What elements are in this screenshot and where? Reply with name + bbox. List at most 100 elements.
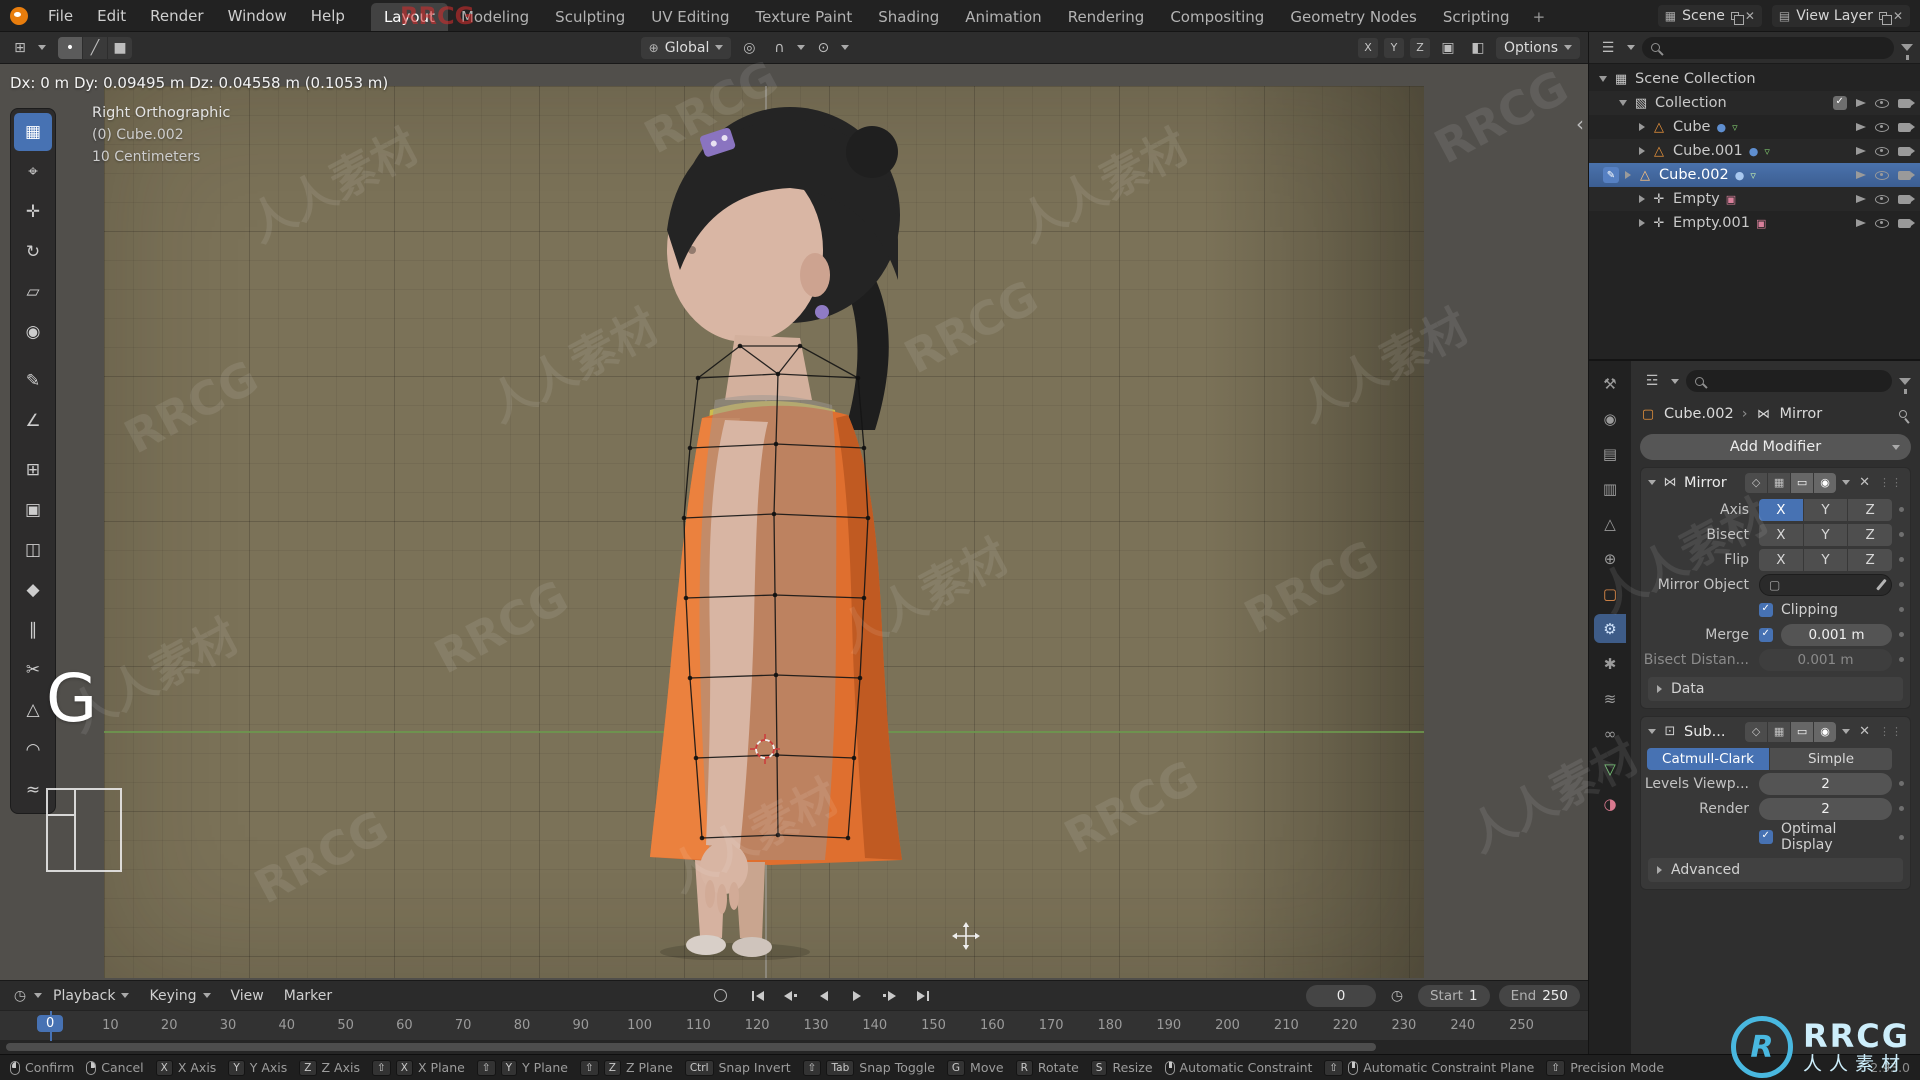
mirror-x-toggle[interactable]: X bbox=[1357, 37, 1378, 58]
render-visibility-icon[interactable] bbox=[1898, 194, 1915, 204]
outliner-row-empty[interactable]: ✛ Empty ▣ bbox=[1589, 187, 1920, 211]
outliner-row-cube-001[interactable]: △ Cube.001 ● ▿ bbox=[1589, 139, 1920, 163]
selectable-icon[interactable] bbox=[1856, 171, 1866, 179]
tab-object[interactable]: ▢ bbox=[1594, 579, 1626, 608]
3d-viewport[interactable]: Dx: 0 m Dy: 0.09495 m Dz: 0.04558 m (0.1… bbox=[0, 64, 1588, 980]
add-workspace-button[interactable]: + bbox=[1523, 3, 1556, 31]
tab-rendering[interactable]: Rendering bbox=[1055, 3, 1158, 31]
mirror-object-field[interactable]: ▢ bbox=[1759, 573, 1892, 596]
sidebar-collapse-arrow[interactable]: ‹ bbox=[1576, 112, 1584, 136]
selectable-icon[interactable] bbox=[1856, 219, 1866, 227]
outliner-search-input[interactable] bbox=[1642, 36, 1894, 59]
menu-file[interactable]: File bbox=[36, 0, 85, 31]
expand-icon[interactable] bbox=[1648, 480, 1656, 485]
remove-modifier-button[interactable]: ✕ bbox=[1856, 724, 1873, 739]
disclosure-icon[interactable] bbox=[1639, 219, 1645, 227]
hide-icon[interactable] bbox=[1875, 170, 1889, 180]
tab-constraints[interactable]: ∞ bbox=[1594, 719, 1626, 748]
display-realtime-toggle[interactable]: ▭ bbox=[1791, 721, 1814, 742]
selectable-icon[interactable] bbox=[1856, 123, 1866, 131]
measure-tool[interactable]: ∠ bbox=[14, 402, 52, 440]
outliner-row-empty-001[interactable]: ✛ Empty.001 ▣ bbox=[1589, 211, 1920, 235]
mirror-z-toggle[interactable]: Z bbox=[1409, 37, 1430, 58]
play-reverse-button[interactable] bbox=[809, 985, 839, 1007]
transform-orientation-dropdown[interactable]: ⊕ Global bbox=[640, 36, 732, 59]
filter-icon[interactable] bbox=[1901, 44, 1913, 60]
extrude-tool[interactable]: ▣ bbox=[14, 491, 52, 529]
drag-handle[interactable]: ⋮⋮ bbox=[1879, 476, 1903, 489]
modifier-name-field[interactable]: Sub... bbox=[1684, 724, 1725, 740]
pin-icon[interactable] bbox=[1899, 410, 1907, 418]
tab-texture-paint[interactable]: Texture Paint bbox=[742, 3, 865, 31]
tab-scene[interactable]: △ bbox=[1594, 509, 1626, 538]
flip-axis-z[interactable]: Z bbox=[1848, 548, 1893, 571]
face-select-button[interactable]: ■ bbox=[108, 36, 132, 59]
extras-menu-icon[interactable] bbox=[1842, 480, 1851, 485]
annotate-tool[interactable]: ✎ bbox=[14, 362, 52, 400]
eyedropper-icon[interactable] bbox=[1875, 578, 1886, 591]
display-edit-mode-toggle[interactable]: ▦ bbox=[1768, 472, 1791, 493]
blender-icon[interactable] bbox=[10, 6, 28, 25]
properties-editor-icon[interactable]: ☲ bbox=[1640, 370, 1664, 392]
hide-icon[interactable] bbox=[1875, 146, 1889, 156]
tab-output[interactable]: ▤ bbox=[1594, 439, 1626, 468]
tab-compositing[interactable]: Compositing bbox=[1157, 3, 1277, 31]
data-subpanel-header[interactable]: Data bbox=[1648, 677, 1903, 701]
disclosure-icon[interactable] bbox=[1639, 195, 1645, 203]
menu-view[interactable]: View bbox=[222, 988, 273, 1004]
timeline-ruler[interactable]: 0 10 20 30 40 50 60 70 80 90 100 110 120 130 140 150 16… bbox=[0, 1010, 1588, 1041]
disclosure-icon[interactable] bbox=[1639, 147, 1645, 155]
cursor-tool[interactable]: ⌖ bbox=[14, 153, 52, 191]
proportional-editing-icon[interactable]: ⊙ bbox=[811, 37, 835, 59]
mirror-axis-z[interactable]: Z bbox=[1848, 498, 1893, 521]
bisect-axis-z[interactable]: Z bbox=[1848, 523, 1893, 546]
expand-icon[interactable] bbox=[1648, 729, 1656, 734]
options-dropdown[interactable]: Options bbox=[1495, 36, 1581, 59]
frame-start-field[interactable]: Start 1 bbox=[1417, 984, 1490, 1007]
rotate-tool[interactable]: ↻ bbox=[14, 233, 52, 271]
bisect-axis-y[interactable]: Y bbox=[1803, 523, 1848, 546]
scene-selector[interactable]: ▦ Scene ✕ bbox=[1657, 4, 1762, 27]
edge-select-button[interactable]: ╱ bbox=[83, 36, 107, 59]
display-on-cage-toggle[interactable]: ◇ bbox=[1745, 472, 1768, 493]
filter-icon[interactable] bbox=[1899, 377, 1911, 394]
playhead-frame-badge[interactable]: 0 bbox=[37, 1015, 64, 1032]
outliner-row-cube[interactable]: △ Cube ● ▿ bbox=[1589, 115, 1920, 139]
breadcrumb-modifier[interactable]: Mirror bbox=[1780, 406, 1823, 422]
current-frame-field[interactable]: 0 bbox=[1305, 984, 1376, 1007]
advanced-subpanel-header[interactable]: Advanced bbox=[1648, 858, 1903, 882]
subdivision-panel-header[interactable]: ⊡ Sub... ◇ ▦ ▭ ◉ ✕ ⋮⋮ bbox=[1641, 717, 1910, 746]
render-visibility-icon[interactable] bbox=[1898, 98, 1915, 108]
clipping-checkbox[interactable] bbox=[1759, 602, 1773, 617]
render-visibility-icon[interactable] bbox=[1898, 170, 1915, 180]
tab-sculpting[interactable]: Sculpting bbox=[542, 3, 638, 31]
display-edit-mode-toggle[interactable]: ▦ bbox=[1768, 721, 1791, 742]
display-realtime-toggle[interactable]: ▭ bbox=[1791, 472, 1814, 493]
flip-axis-x[interactable]: X bbox=[1759, 548, 1803, 571]
render-visibility-icon[interactable] bbox=[1898, 218, 1915, 228]
remove-modifier-button[interactable]: ✕ bbox=[1856, 475, 1873, 490]
tab-physics[interactable]: ≋ bbox=[1594, 684, 1626, 713]
tab-object-data[interactable]: ▽ bbox=[1594, 754, 1626, 783]
render-levels-field[interactable]: 2 bbox=[1759, 797, 1892, 820]
bevel-tool[interactable]: ◆ bbox=[14, 571, 52, 609]
menu-window[interactable]: Window bbox=[216, 0, 299, 31]
tab-view-layer[interactable]: ▥ bbox=[1594, 474, 1626, 503]
selectable-icon[interactable] bbox=[1856, 147, 1866, 155]
menu-render[interactable]: Render bbox=[138, 0, 215, 31]
editor-type-icon[interactable]: ⊞ bbox=[8, 37, 32, 59]
tab-shading[interactable]: Shading bbox=[865, 3, 952, 31]
modifier-name-field[interactable]: Mirror bbox=[1684, 475, 1727, 491]
vertex-select-button[interactable]: • bbox=[58, 36, 82, 59]
scrollbar-thumb[interactable] bbox=[6, 1043, 1376, 1051]
menu-edit[interactable]: Edit bbox=[85, 0, 138, 31]
flip-axis-y[interactable]: Y bbox=[1803, 548, 1848, 571]
view-layer-selector[interactable]: ▤ View Layer ✕ bbox=[1771, 4, 1910, 27]
outliner-editor-icon[interactable]: ☰ bbox=[1596, 37, 1620, 59]
add-modifier-button[interactable]: Add Modifier bbox=[1640, 434, 1911, 460]
drag-handle[interactable]: ⋮⋮ bbox=[1879, 725, 1903, 738]
disclosure-icon[interactable] bbox=[1599, 76, 1607, 82]
render-visibility-icon[interactable] bbox=[1898, 122, 1915, 132]
optimal-display-checkbox[interactable] bbox=[1759, 830, 1773, 844]
outliner-row-scene-collection[interactable]: ▦ Scene Collection bbox=[1589, 67, 1920, 91]
